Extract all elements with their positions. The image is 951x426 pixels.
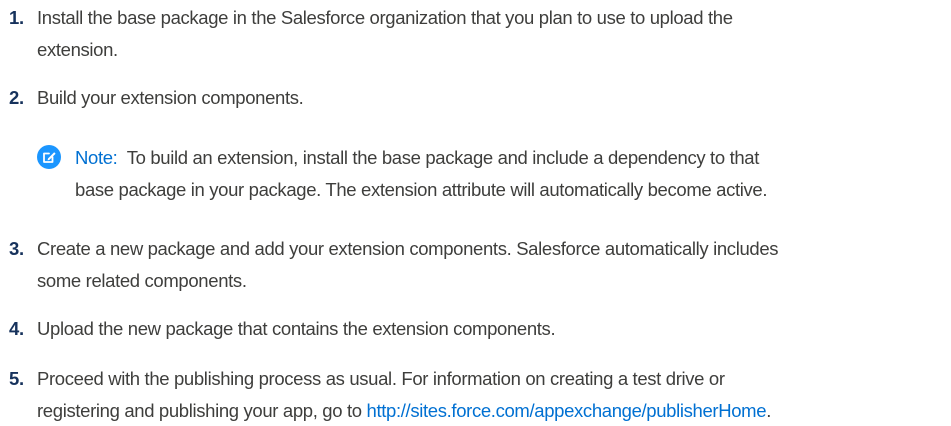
step-text: Create a new package and add your extens… (37, 238, 779, 259)
step-text: Upload the new package that contains the… (37, 318, 556, 339)
step-number: 4. (9, 318, 24, 339)
step-text-continued: extension. (37, 39, 118, 60)
note-body: To build an extension, install the base … (126, 147, 760, 168)
step-text-continued: registering and publishing your app, go … (37, 395, 771, 426)
step-text-prefix: registering and publishing your app, go … (37, 400, 367, 421)
step-number: 1. (9, 7, 24, 28)
note-edit-icon (37, 145, 61, 169)
note-text: Note: To build an extension, install the… (75, 142, 759, 173)
step-text: Install the base package in the Salesfor… (37, 7, 733, 28)
document-body: 1. Install the base package in the Sales… (0, 0, 951, 425)
publisher-home-link[interactable]: http://sites.force.com/appexchange/publi… (367, 400, 767, 421)
step-number: 3. (9, 238, 24, 259)
note-text-continued: base package in your package. The extens… (75, 179, 768, 200)
step-number: 2. (9, 87, 24, 108)
step-text: Proceed with the publishing process as u… (37, 368, 725, 389)
step-text-continued: some related components. (37, 270, 247, 291)
step-text: Build your extension components. (37, 87, 304, 108)
step-number: 5. (9, 368, 24, 389)
note-label: Note: (75, 147, 118, 168)
step-text-suffix: . (766, 400, 771, 421)
